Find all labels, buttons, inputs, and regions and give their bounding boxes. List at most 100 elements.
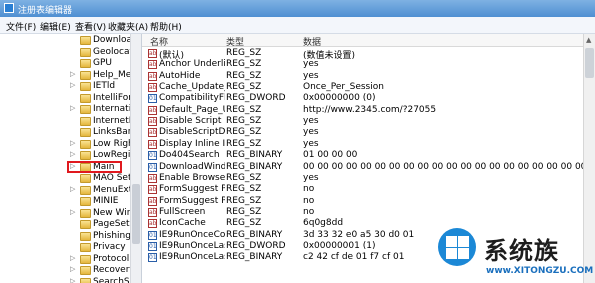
- expand-arrow-icon[interactable]: ▷: [70, 254, 75, 262]
- value-name: IE9RunOnceCo...: [159, 229, 225, 240]
- tree-item[interactable]: PhishingFil: [0, 231, 140, 243]
- menu-favorites[interactable]: 收藏夹(A): [108, 20, 148, 33]
- binary-value-icon: 01: [148, 151, 157, 161]
- table-row[interactable]: abCache_Update_F...REG_SZ Once_Per_Sessio…: [142, 82, 583, 93]
- tree-item[interactable]: ▷ Internation: [0, 104, 141, 116]
- table-row[interactable]: abEnable Browser ...REG_SZ yes: [142, 173, 583, 184]
- value-type: REG_SZ: [226, 138, 262, 149]
- title-bar: 注册表编辑器: [0, 0, 595, 17]
- value-type: REG_SZ: [226, 184, 262, 195]
- tree-item[interactable]: ▷ ProtocolEx: [0, 254, 140, 266]
- folder-icon: [80, 174, 91, 183]
- tree-item-label: MenuExt: [93, 184, 133, 195]
- folder-icon: [80, 208, 91, 218]
- tree-item[interactable]: Privacy: [0, 242, 130, 254]
- list-scroll-thumb[interactable]: [585, 48, 594, 78]
- string-value-icon: ab: [148, 207, 157, 217]
- expand-arrow-icon[interactable]: ▷: [70, 208, 75, 216]
- expand-arrow-icon[interactable]: ▷: [70, 139, 75, 147]
- tree-item[interactable]: ▷ Help_Menu: [0, 70, 141, 82]
- value-type: REG_DWORD: [226, 240, 286, 251]
- table-row[interactable]: ab FullScreen REG_SZ no: [142, 207, 583, 218]
- expand-arrow-icon[interactable]: ▷: [70, 104, 75, 112]
- binary-value-icon: 01: [148, 241, 157, 251]
- tree-item[interactable]: InternetReg: [0, 116, 141, 128]
- value-type: REG_SZ: [226, 218, 262, 229]
- string-value-icon: ab: [148, 139, 157, 149]
- key-tree: Download Geolocatio GPU ▷ Help_Menu ▷ IETld Int…: [0, 34, 142, 283]
- menu-help[interactable]: 帮助(H): [150, 20, 182, 33]
- table-row[interactable]: ab (默认) REG_SZ (数值未设置): [142, 48, 583, 61]
- folder-icon: [80, 59, 91, 68]
- expand-arrow-icon[interactable]: ▷: [70, 150, 75, 158]
- tree-item[interactable]: Download: [0, 35, 138, 47]
- table-row[interactable]: abDisableScriptDe...REG_SZ yes: [142, 127, 583, 138]
- tree-item[interactable]: MAO Settin: [0, 173, 141, 185]
- value-type: REG_BINARY: [226, 150, 283, 161]
- tree-item[interactable]: GPU: [0, 58, 130, 70]
- table-row[interactable]: 01 Do404Search REG_BINARY 01 00 00 00: [142, 150, 583, 161]
- folder-icon: [80, 139, 91, 149]
- value-data: yes: [303, 127, 319, 138]
- tree-item[interactable]: MINIE: [0, 196, 130, 208]
- menu-file[interactable]: 文件(F): [6, 20, 36, 33]
- menu-edit[interactable]: 编辑(E): [40, 20, 71, 33]
- value-data: 0x00000001 (1): [303, 240, 376, 251]
- tree-item[interactable]: IntelliForm: [0, 93, 141, 105]
- table-row[interactable]: abFormSuggest P...REG_SZ no: [142, 196, 583, 207]
- table-row[interactable]: abAnchor UnderlineREG_SZ yes: [142, 59, 583, 70]
- value-name: Default_Page_URL: [159, 104, 225, 115]
- expand-arrow-icon[interactable]: ▷: [70, 277, 75, 283]
- tree-item[interactable]: ▷ New Windo: [0, 208, 141, 220]
- tree-item[interactable]: ▷ Recovery: [0, 265, 135, 277]
- value-type: REG_SZ: [226, 48, 262, 58]
- value-name: Display Inline Im...: [159, 138, 225, 149]
- tree-item-label: GPU: [93, 58, 112, 68]
- value-name: Cache_Update_F...: [159, 82, 225, 93]
- expand-arrow-icon[interactable]: ▷: [70, 70, 75, 78]
- tree-item[interactable]: ▷ SearchScor: [0, 277, 141, 283]
- tree-item[interactable]: ▷ IETld: [0, 81, 130, 93]
- table-row[interactable]: 01DownloadWind...REG_BINARY 00 00 00 00 0…: [142, 162, 583, 173]
- value-data: yes: [303, 116, 319, 127]
- table-row[interactable]: abFormSuggest Pa...REG_SZ no: [142, 184, 583, 195]
- value-name: Anchor Underline: [159, 59, 225, 70]
- tree-item[interactable]: ▷ Main: [0, 160, 130, 174]
- value-type: REG_SZ: [226, 172, 262, 183]
- string-value-icon: ab: [148, 128, 157, 138]
- value-type: REG_SZ: [226, 206, 262, 217]
- string-value-icon: ab: [148, 83, 157, 93]
- expand-arrow-icon[interactable]: ▷: [70, 185, 75, 193]
- value-name: Do404Search: [159, 150, 220, 161]
- folder-icon: [80, 70, 91, 80]
- table-row[interactable]: abDisable Script D...REG_SZ yes: [142, 116, 583, 127]
- scroll-up-arrow-icon[interactable]: ▲: [586, 36, 591, 44]
- tree-scrollbar[interactable]: [130, 34, 141, 283]
- string-value-icon: ab: [148, 49, 157, 58]
- value-data: no: [303, 184, 315, 195]
- value-name: DisableScriptDe...: [159, 127, 225, 138]
- tree-item[interactable]: LinksBar: [0, 127, 132, 139]
- value-name: CompatibilityFla...: [159, 93, 225, 104]
- table-row[interactable]: abDefault_Page_URLREG_SZ http://www.2345.…: [142, 105, 583, 116]
- tree-item[interactable]: PageSetup: [0, 219, 141, 231]
- tree-item[interactable]: Geolocatio: [0, 47, 141, 59]
- value-type: REG_SZ: [226, 59, 262, 70]
- folder-icon: [80, 82, 91, 91]
- value-data: no: [303, 195, 315, 206]
- tree-item[interactable]: ▷ MenuExt: [0, 184, 133, 197]
- value-type: REG_BINARY: [226, 161, 283, 172]
- folder-icon: [80, 93, 91, 103]
- expand-arrow-icon[interactable]: ▷: [70, 265, 75, 273]
- expand-arrow-icon[interactable]: ▷: [70, 81, 75, 89]
- folder-icon: [80, 116, 91, 126]
- value-name: Enable Browser ...: [159, 172, 225, 183]
- tree-item-label: LinksBar: [93, 127, 132, 137]
- table-row[interactable]: 01CompatibilityFla...REG_DWORD 0x00000000…: [142, 93, 583, 104]
- tree-item-label: Privacy: [93, 242, 126, 252]
- table-row[interactable]: ab AutoHide REG_SZ yes: [142, 71, 583, 82]
- table-row[interactable]: abDisplay Inline Im...REG_SZ yes: [142, 139, 583, 150]
- menu-view[interactable]: 查看(V): [75, 20, 106, 33]
- tree-scroll-thumb[interactable]: [132, 184, 140, 244]
- tree-item[interactable]: ▷ Low Rights: [0, 139, 141, 151]
